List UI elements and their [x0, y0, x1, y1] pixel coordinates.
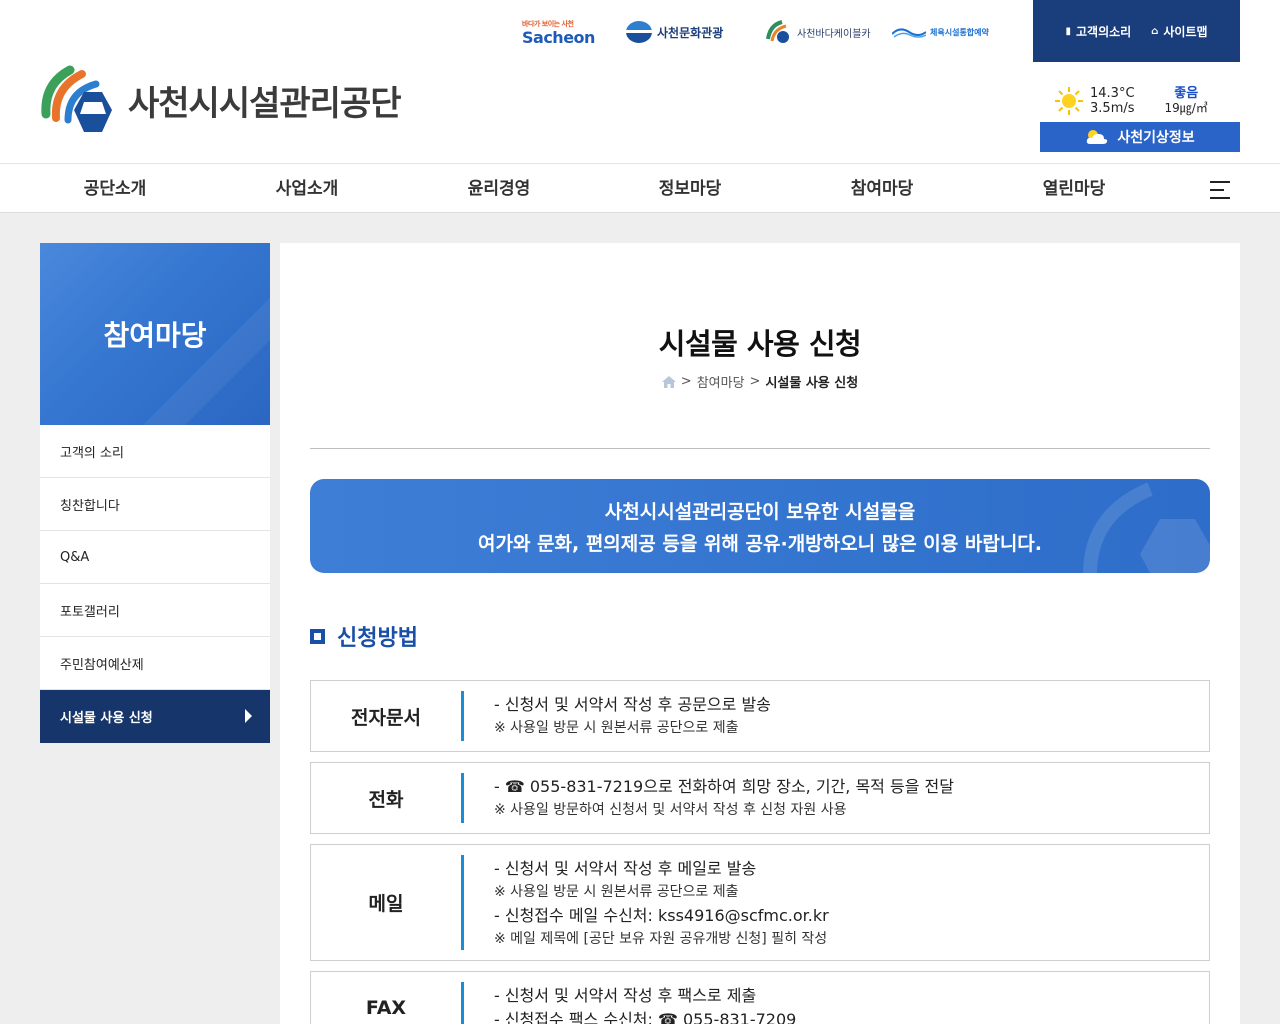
weather-info-button[interactable]: 사천기상정보 [1040, 122, 1240, 152]
all-menu-icon[interactable] [1210, 181, 1230, 199]
side-item-label: 고객의 소리 [60, 445, 124, 461]
method-line: - 신청서 및 서약서 작성 후 공문으로 발송 [494, 695, 771, 714]
method-note: ※ 메일 제목에 [공단 보유 자원 공유개방 신청] 필히 작성 [494, 931, 828, 947]
sacheon-city-link[interactable]: 바다가 보이는 사천 Sacheon [522, 14, 595, 50]
utility-menu: ▮ 고객의소리 ⌂ 사이트맵 [1033, 0, 1240, 62]
method-line: - ☎ 055-831-7219으로 전화하여 희망 장소, 기간, 목적 등을… [494, 777, 954, 796]
weather-info-label: 사천기상정보 [1117, 130, 1195, 146]
cablecar-link[interactable]: 사천바다케이블카 [764, 14, 871, 50]
air-value: 19㎍/㎥ [1164, 101, 1208, 115]
cablecar-logo-icon [766, 20, 789, 43]
side-navigation: 참여마당 고객의 소리 칭찬합니다 Q&A 포토갤러리 주민참여예산제 시설물 … [40, 243, 270, 743]
culture-logo-icon [626, 21, 652, 43]
air-quality: 좋음 19㎍/㎥ [1165, 86, 1208, 116]
sacheon-culture-link[interactable]: 사천문화관광 [626, 14, 723, 50]
nav-information[interactable]: 정보마당 [659, 164, 722, 214]
sports-reservation-link[interactable]: 체육시설통합예약 [892, 14, 989, 50]
method-line: - 신청서 및 서약서 작성 후 팩스로 제출 [494, 986, 757, 1005]
method-note: ※ 사용일 방문하여 신청서 및 서약서 작성 후 신청 자원 사용 [494, 802, 847, 818]
method-label: 전자문서 [351, 706, 421, 729]
method-description: - 신청서 및 서약서 작성 후 메일로 발송 ※ 사용일 방문 시 원본서류 … [494, 857, 829, 951]
nav-participation[interactable]: 참여마당 [851, 164, 914, 214]
breadcrumb: > 참여마당 > 시설물 사용 신청 [280, 372, 1240, 391]
cablecar-link-label: 사천바다케이블카 [797, 28, 871, 40]
breadcrumb-parent[interactable]: 참여마당 [697, 372, 745, 391]
method-label: 메일 [368, 893, 404, 915]
home-icon[interactable] [661, 375, 676, 388]
sitemap-link[interactable]: ⌂ 사이트맵 [1151, 23, 1207, 40]
method-note: ※ 사용일 방문 시 원본서류 공단으로 제출 [494, 720, 739, 736]
method-description: - 신청서 및 서약서 작성 후 팩스로 제출 - 신청접수 팩스 수신처: ☎… [494, 984, 796, 1024]
side-nav-title: 참여마당 [103, 319, 207, 352]
chevron-right-icon [245, 709, 252, 723]
side-item-customer-voice[interactable]: 고객의 소리 [40, 425, 270, 478]
method-row-email: 메일 - 신청서 및 서약서 작성 후 메일로 발송 ※ 사용일 방문 시 원본… [310, 844, 1210, 961]
side-item-label: Q&A [60, 549, 90, 565]
side-item-facility-request[interactable]: 시설물 사용 신청 [40, 690, 270, 743]
main-content: 시설물 사용 신청 > 참여마당 > 시설물 사용 신청 사천시시설관리공단이 … [280, 243, 1240, 1024]
method-description: - ☎ 055-831-7219으로 전화하여 희망 장소, 기간, 목적 등을… [494, 775, 954, 822]
side-item-praise[interactable]: 칭찬합니다 [40, 478, 270, 531]
document-icon: ▮ [1065, 25, 1071, 37]
square-bullet-icon [310, 628, 325, 644]
page-title: 시설물 사용 신청 [658, 327, 862, 361]
side-item-label: 시설물 사용 신청 [60, 711, 153, 726]
weather-temps: 14.3°C 3.5m/s [1090, 86, 1135, 116]
banner-line-1: 사천시시설관리공단이 보유한 시설물을 [604, 501, 916, 523]
cloud-icon [1087, 130, 1108, 144]
nav-business[interactable]: 사업소개 [276, 164, 339, 214]
main-navigation: 공단소개 사업소개 윤리경영 정보마당 참여마당 열린마당 [0, 163, 1280, 213]
home-icon: ⌂ [1151, 25, 1159, 37]
logo-emblem-icon [41, 65, 112, 132]
customer-voice-label: 고객의소리 [1075, 24, 1132, 39]
temperature-value: 14.3°C [1090, 86, 1135, 101]
intro-banner: 사천시시설관리공단이 보유한 시설물을 여가와 문화, 편의제공 등을 위해 공… [310, 479, 1210, 573]
banner-emblem-icon [1083, 482, 1210, 573]
method-row-fax: FAX - 신청서 및 서약서 작성 후 팩스로 제출 - 신청접수 팩스 수신… [310, 971, 1210, 1024]
logo-text: 사천시시설관리공단 [128, 83, 402, 124]
side-item-label: 칭찬합니다 [60, 498, 120, 514]
method-line: - 신청접수 메일 수신처: kss4916@scfmc.or.kr [494, 906, 829, 925]
breadcrumb-current: 시설물 사용 신청 [765, 376, 859, 391]
side-item-label: 포토갤러리 [60, 604, 120, 620]
wave-icon [892, 28, 926, 38]
side-item-qna[interactable]: Q&A [40, 531, 270, 584]
site-logo[interactable]: 사천시시설관리공단 [40, 62, 402, 138]
nav-about[interactable]: 공단소개 [84, 164, 147, 214]
wind-value: 3.5m/s [1090, 101, 1135, 116]
side-item-label: 주민참여예산제 [60, 657, 144, 673]
nav-ethics[interactable]: 윤리경영 [468, 164, 531, 214]
method-label: FAX [365, 997, 407, 1019]
nav-open[interactable]: 열린마당 [1043, 164, 1106, 214]
method-description: - 신청서 및 서약서 작성 후 공문으로 발송 ※ 사용일 방문 시 원본서류… [494, 693, 771, 740]
method-line: - 신청서 및 서약서 작성 후 메일로 발송 [494, 859, 757, 878]
sacheon-tagline: 바다가 보이는 사천 [522, 19, 574, 28]
method-row-e-document: 전자문서 - 신청서 및 서약서 작성 후 공문으로 발송 ※ 사용일 방문 시… [310, 680, 1210, 752]
method-line: - 신청접수 팩스 수신처: ☎ 055-831-7209 [494, 1010, 797, 1024]
weather-widget: 14.3°C 3.5m/s 좋음 19㎍/㎥ 사천기상정보 [1040, 82, 1240, 152]
side-item-participatory-budget[interactable]: 주민참여예산제 [40, 637, 270, 690]
section-heading: 신청방법 [310, 620, 418, 652]
customer-voice-link[interactable]: ▮ 고객의소리 [1065, 23, 1131, 40]
top-bar: 바다가 보이는 사천 Sacheon 사천문화관광 사천바다케이블카 체육시설통… [0, 0, 1280, 62]
sitemap-label: 사이트맵 [1163, 24, 1208, 39]
sun-icon [1055, 87, 1083, 115]
side-nav-header: 참여마당 [40, 243, 270, 425]
sports-link-label: 체육시설통합예약 [930, 27, 989, 37]
method-label: 전화 [368, 788, 404, 811]
side-item-photo-gallery[interactable]: 포토갤러리 [40, 584, 270, 637]
section-title: 신청방법 [337, 626, 418, 651]
method-note: ※ 사용일 방문 시 원본서류 공단으로 제출 [494, 884, 739, 900]
banner-line-2: 여가와 문화, 편의제공 등을 위해 공유·개방하오니 많은 이용 바랍니다. [477, 533, 1042, 555]
air-grade: 좋음 [1174, 86, 1199, 101]
sacheon-logo-text: Sacheon [522, 27, 595, 47]
breadcrumb-separator: > [749, 374, 761, 389]
culture-link-label: 사천문화관광 [657, 25, 724, 40]
title-divider [310, 448, 1210, 449]
breadcrumb-separator: > [680, 374, 692, 389]
method-row-phone: 전화 - ☎ 055-831-7219으로 전화하여 희망 장소, 기간, 목적… [310, 762, 1210, 834]
